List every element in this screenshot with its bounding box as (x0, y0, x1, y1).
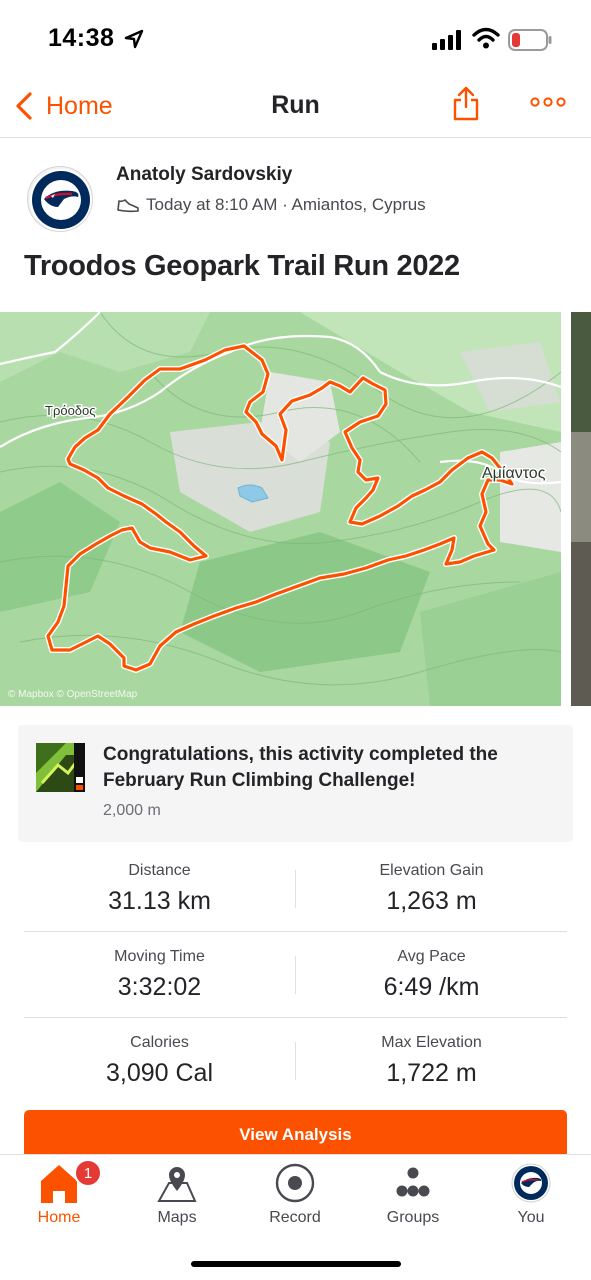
stat-label: Avg Pace (397, 948, 466, 965)
route-map[interactable]: Τρόοδος Αμίαντος © Mapbox © OpenStreetMa… (0, 312, 561, 706)
tab-label: You (517, 1209, 545, 1226)
stat-elevation-gain: Elevation Gain 1,263 m (296, 846, 567, 932)
groups-icon (396, 1167, 430, 1197)
map-label-troodos: Τρόοδος (45, 403, 96, 418)
tab-record[interactable]: Record (236, 1155, 354, 1245)
map-attribution[interactable]: © Mapbox © OpenStreetMap (8, 689, 137, 700)
tab-label: Maps (157, 1209, 197, 1226)
map-label-amiantos: Αμίαντος (482, 465, 546, 482)
tab-home[interactable]: 1 Home (0, 1155, 118, 1245)
view-analysis-button[interactable]: View Analysis (24, 1110, 567, 1158)
tab-label: Home (37, 1209, 81, 1226)
stat-calories: Calories 3,090 Cal (24, 1018, 295, 1104)
location-arrow-icon (124, 29, 144, 49)
stats-row: Distance 31.13 km Elevation Gain 1,263 m (24, 846, 567, 932)
stat-moving-time: Moving Time 3:32:02 (24, 932, 295, 1018)
stat-label: Elevation Gain (379, 862, 484, 879)
tab-label: Groups (386, 1209, 440, 1226)
stats-row: Moving Time 3:32:02 Avg Pace 6:49 /km (24, 932, 567, 1018)
activity-meta: Today at 8:10 AM · Amiantos, Cyprus (116, 195, 426, 215)
navigation-bar: Home Run (0, 80, 591, 138)
status-bar: 14:38 (0, 0, 591, 80)
cellular-signal-icon (432, 30, 461, 50)
challenge-text: Congratulations, this activity completed… (103, 744, 498, 791)
status-time: 14:38 (48, 24, 115, 52)
stat-value: 3:32:02 (117, 973, 202, 1001)
notification-badge: 1 (74, 1159, 102, 1187)
stat-value: 1,263 m (386, 887, 477, 915)
tab-you[interactable]: You (472, 1155, 590, 1245)
stats-grid: Distance 31.13 km Elevation Gain 1,263 m… (24, 846, 567, 1104)
activity-title: Troodos Geopark Trail Run 2022 (24, 250, 460, 282)
avatar-icon (511, 1163, 551, 1203)
challenge-card[interactable]: Congratulations, this activity completed… (18, 725, 573, 842)
challenge-goal: 2,000 m (103, 802, 161, 819)
battery-icon (508, 29, 552, 51)
stat-label: Distance (128, 862, 191, 879)
tab-label: Record (269, 1209, 321, 1226)
activity-photo-preview[interactable] (571, 312, 591, 706)
map-canvas: Τρόοδος Αμίαντος (0, 312, 561, 706)
stat-label: Max Elevation (381, 1034, 482, 1051)
home-icon (41, 1165, 77, 1203)
patriots-logo-icon (30, 169, 92, 231)
tab-maps[interactable]: Maps (118, 1155, 236, 1245)
chevron-left-icon (16, 92, 32, 120)
stat-label: Calories (130, 1034, 189, 1051)
stat-distance: Distance 31.13 km (24, 846, 295, 932)
stat-value: 31.13 km (108, 887, 211, 915)
stat-value: 3,090 Cal (105, 1059, 214, 1087)
shoe-icon (117, 199, 139, 213)
back-button[interactable]: Home (14, 88, 113, 124)
challenge-badge-icon (36, 743, 85, 792)
home-indicator[interactable] (191, 1261, 401, 1267)
athlete-name[interactable]: Anatoly Sardovskiy (116, 164, 292, 186)
more-options-icon[interactable] (530, 94, 566, 110)
tab-groups[interactable]: Groups (354, 1155, 472, 1245)
stat-value: 1,722 m (386, 1059, 477, 1087)
map-pin-icon (157, 1167, 197, 1202)
photo-thumbnail (571, 312, 591, 706)
share-icon[interactable] (452, 85, 480, 121)
stat-label: Moving Time (114, 948, 205, 965)
wifi-icon (472, 27, 500, 49)
stat-avg-pace: Avg Pace 6:49 /km (296, 932, 567, 1018)
athlete-avatar[interactable] (27, 166, 93, 232)
activity-meta-text: Today at 8:10 AM · Amiantos, Cyprus (146, 195, 426, 214)
stat-value: 6:49 /km (383, 973, 480, 1001)
back-label: Home (46, 91, 113, 120)
stat-max-elevation: Max Elevation 1,722 m (296, 1018, 567, 1104)
record-icon (275, 1163, 315, 1203)
stats-row: Calories 3,090 Cal Max Elevation 1,722 m (24, 1018, 567, 1104)
